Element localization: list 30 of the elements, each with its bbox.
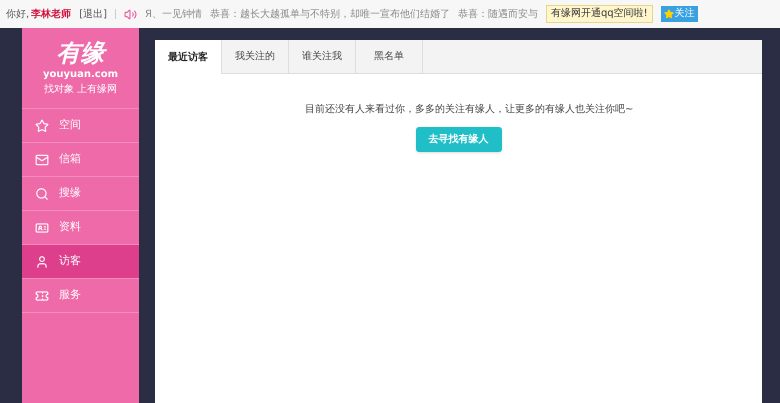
- tab[interactable]: 黑名单: [356, 40, 423, 73]
- star-icon: [35, 118, 49, 132]
- follow-button[interactable]: 关注: [660, 6, 698, 22]
- username-link[interactable]: 李林老师: [31, 6, 72, 22]
- person-icon: [35, 254, 49, 268]
- domain-text: youyuan.com: [42, 68, 118, 82]
- slogan-text: 找对象 上有缘网: [44, 82, 118, 97]
- ticker-text: Я、一见钟情: [145, 8, 202, 22]
- sidebar-item[interactable]: 服务: [22, 279, 139, 313]
- ticker-text: 恭喜：越长大越孤单与不特别，却唯一宣布他们结婚了: [210, 8, 450, 22]
- sidebar-item[interactable]: 空间: [22, 109, 139, 143]
- speaker-icon: [124, 8, 137, 20]
- empty-message: 目前还没有人来看过你，多多的关注有缘人，让更多的有缘人也关注你吧~: [305, 102, 634, 117]
- ticker-text: 恭喜：随遇而安与: [458, 8, 538, 22]
- tab[interactable]: 我关注的: [222, 40, 289, 73]
- logout-link[interactable]: [退出]: [79, 6, 107, 22]
- greeting-text: 你好,: [6, 8, 30, 22]
- envelope-icon: [35, 152, 49, 166]
- sidebar-item[interactable]: 搜缘: [22, 177, 139, 211]
- find-button[interactable]: 去寻找有缘人: [416, 127, 502, 152]
- sidebar-item[interactable]: 访客: [22, 245, 139, 279]
- notice-badge: 有缘网开通qq空间啦!: [546, 5, 653, 23]
- star-icon: [664, 9, 674, 19]
- logo-text: 有缘: [56, 39, 104, 67]
- search-icon: [35, 186, 49, 200]
- id-card-icon: [35, 220, 49, 234]
- tab[interactable]: 最近访客: [155, 40, 222, 74]
- sidebar-item[interactable]: 信箱: [22, 143, 139, 177]
- ticket-icon: [35, 288, 49, 302]
- tab[interactable]: 谁关注我: [289, 40, 356, 73]
